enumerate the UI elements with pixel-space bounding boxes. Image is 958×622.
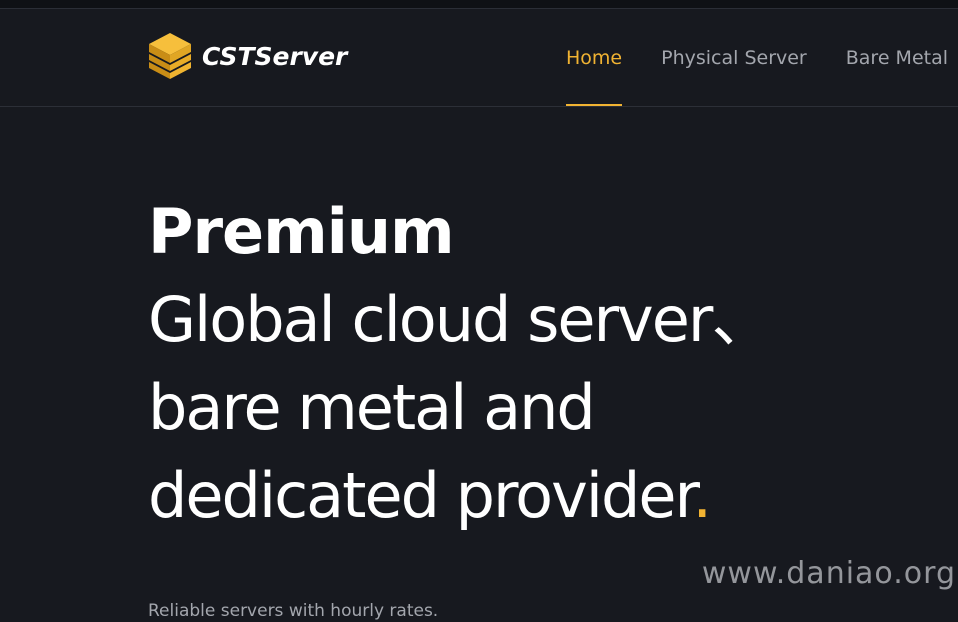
stacked-layers-icon — [149, 33, 191, 79]
hero-title-line-3: bare metal and — [148, 371, 596, 444]
logo-link[interactable]: CSTServer — [148, 32, 347, 80]
hero-section: Premium Global cloud server、 bare metal … — [148, 188, 773, 540]
active-nav-underline — [566, 104, 623, 106]
nav-item-physical-server[interactable]: Physical Server — [661, 9, 807, 106]
nav-item-label: Physical Server — [661, 46, 807, 69]
nav-item-label: Home — [566, 46, 623, 69]
site-header: CSTServer Home Physical Server Bare Meta… — [0, 9, 958, 107]
hero-subtitle: Reliable servers with hourly rates. — [148, 601, 439, 621]
hero-title-line-4-text: dedicated provider — [148, 459, 694, 532]
watermark: www.daniao.org — [701, 556, 956, 591]
nav-item-home[interactable]: Home — [566, 9, 623, 106]
nav-item-bare-metal[interactable]: Bare Metal — [846, 9, 948, 106]
hero-title-premium: Premium — [148, 195, 455, 268]
hero-accent-period: . — [692, 459, 712, 532]
logo-text: CSTServer — [202, 41, 348, 71]
hero-title-line-2: Global cloud server、 — [148, 283, 773, 356]
hero-title-line-4: dedicated provider. — [148, 452, 771, 540]
browser-top-strip — [0, 0, 958, 9]
nav-item-label: Bare Metal — [845, 46, 949, 69]
main-nav: Home Physical Server Bare Metal — [566, 9, 948, 106]
